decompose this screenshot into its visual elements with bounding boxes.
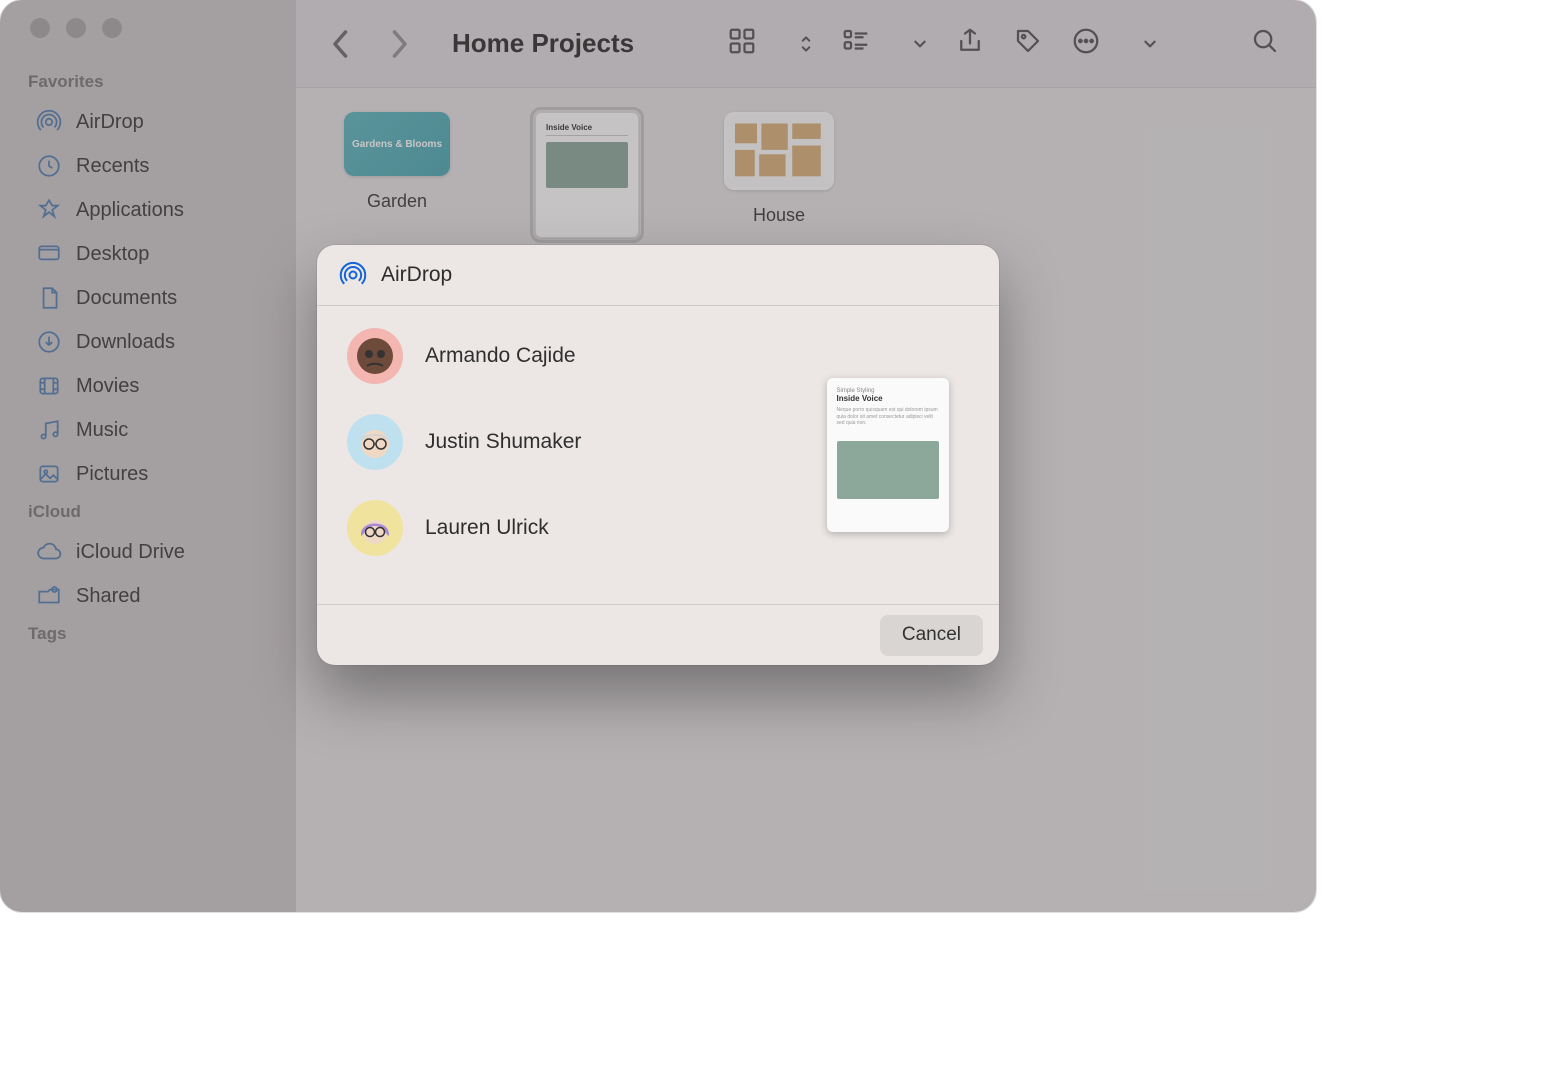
music-icon: [36, 417, 62, 443]
person-name: Armando Cajide: [425, 344, 576, 368]
sidebar-item-label: Music: [76, 419, 128, 442]
minimize-icon[interactable]: [66, 18, 86, 38]
doc-icon: [36, 285, 62, 311]
finder-window: Favorites AirDrop Recents Applications D…: [0, 0, 1316, 912]
sidebar-section-favorites: Favorites: [0, 66, 296, 100]
file-name: Garden: [355, 188, 439, 215]
movie-icon: [36, 373, 62, 399]
sidebar-item-label: Pictures: [76, 463, 148, 486]
file-thumbnail: Gardens & Blooms: [344, 112, 450, 176]
clock-icon: [36, 153, 62, 179]
sidebar-item-label: Downloads: [76, 331, 175, 354]
sidebar-item-label: Desktop: [76, 243, 149, 266]
view-icon-grid-button[interactable]: [727, 26, 757, 61]
airdrop-sheet: AirDrop Armando Cajide Justin Shumaker: [317, 245, 999, 665]
chevron-up-down-icon[interactable]: [799, 33, 813, 55]
avatar: [347, 414, 403, 470]
sidebar-item-recents[interactable]: Recents: [8, 144, 288, 188]
app-icon: [36, 197, 62, 223]
cancel-button[interactable]: Cancel: [880, 615, 983, 655]
cloud-icon: [36, 539, 62, 565]
shared-icon: [36, 583, 62, 609]
sidebar-item-label: iCloud Drive: [76, 541, 185, 564]
window-title: Home Projects: [452, 28, 634, 59]
desktop-icon: [36, 241, 62, 267]
sidebar-item-label: AirDrop: [76, 111, 144, 134]
sidebar-item-desktop[interactable]: Desktop: [8, 232, 288, 276]
person-name: Justin Shumaker: [425, 430, 581, 454]
close-icon[interactable]: [30, 18, 50, 38]
file-name: House: [741, 202, 817, 229]
sidebar-item-pictures[interactable]: Pictures: [8, 452, 288, 496]
sidebar-item-downloads[interactable]: Downloads: [8, 320, 288, 364]
sidebar-section-icloud: iCloud: [0, 496, 296, 530]
sidebar-item-label: Movies: [76, 375, 139, 398]
back-icon[interactable]: [332, 29, 350, 59]
avatar: [347, 500, 403, 556]
airdrop-people-list: Armando Cajide Justin Shumaker Lauren Ul…: [317, 306, 804, 604]
sidebar-item-label: Documents: [76, 287, 177, 310]
sidebar-item-airdrop[interactable]: AirDrop: [8, 100, 288, 144]
sidebar-item-music[interactable]: Music: [8, 408, 288, 452]
sidebar-item-applications[interactable]: Applications: [8, 188, 288, 232]
sidebar-item-label: Shared: [76, 585, 141, 608]
airdrop-target[interactable]: Lauren Ulrick: [347, 500, 774, 556]
person-name: Lauren Ulrick: [425, 516, 549, 540]
sidebar-item-shared[interactable]: Shared: [8, 574, 288, 618]
avatar: [347, 328, 403, 384]
sidebar-item-documents[interactable]: Documents: [8, 276, 288, 320]
toolbar: Home Projects: [296, 0, 1316, 88]
airdrop-target[interactable]: Justin Shumaker: [347, 414, 774, 470]
airdrop-icon: [36, 109, 62, 135]
sidebar-section-tags: Tags: [0, 618, 296, 652]
chevron-down-icon[interactable]: [1143, 38, 1157, 50]
tags-button[interactable]: [1013, 26, 1043, 61]
forward-icon[interactable]: [390, 29, 408, 59]
sidebar-item-icloud-drive[interactable]: iCloud Drive: [8, 530, 288, 574]
sidebar-item-label: Recents: [76, 155, 149, 178]
more-actions-button[interactable]: [1071, 26, 1101, 61]
share-button[interactable]: [955, 26, 985, 61]
group-by-button[interactable]: [841, 26, 871, 61]
share-preview: Simple Styling Inside Voice Neque porro …: [827, 378, 949, 532]
file-thumbnail: [724, 112, 834, 190]
sidebar: Favorites AirDrop Recents Applications D…: [0, 0, 296, 912]
sheet-title: AirDrop: [381, 263, 452, 287]
sheet-header: AirDrop: [317, 245, 999, 306]
chevron-down-icon[interactable]: [913, 38, 927, 50]
picture-icon: [36, 461, 62, 487]
sidebar-item-label: Applications: [76, 199, 184, 222]
window-controls[interactable]: [0, 18, 296, 38]
search-button[interactable]: [1250, 26, 1280, 61]
sheet-footer: Cancel: [317, 604, 999, 665]
airdrop-icon: [339, 261, 367, 289]
download-icon: [36, 329, 62, 355]
airdrop-target[interactable]: Armando Cajide: [347, 328, 774, 384]
sidebar-item-movies[interactable]: Movies: [8, 364, 288, 408]
zoom-icon[interactable]: [102, 18, 122, 38]
file-thumbnail: Inside Voice: [535, 112, 639, 238]
